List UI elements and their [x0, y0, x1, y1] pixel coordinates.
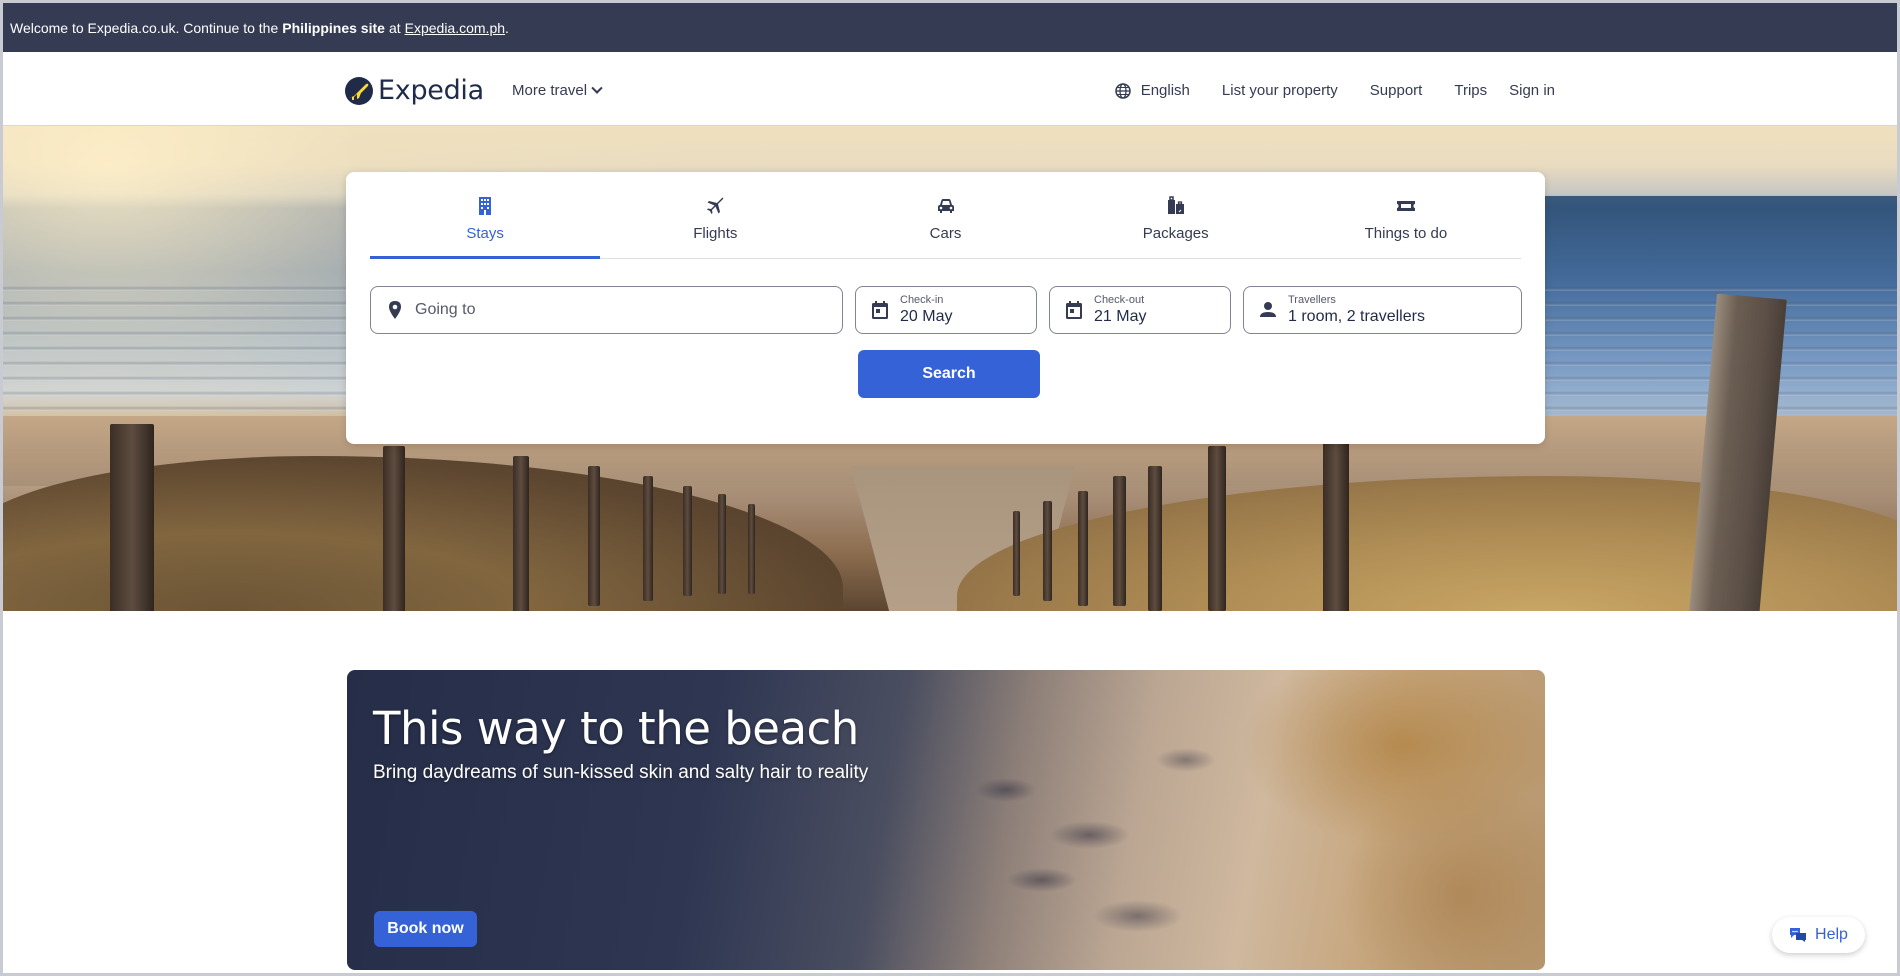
fence-post [683, 486, 692, 596]
page: Welcome to Expedia.co.uk. Continue to th… [3, 3, 1897, 973]
tab-cars-label: Cars [929, 225, 962, 242]
fence-post [1113, 476, 1126, 606]
check-in-value: 20 May [900, 308, 953, 326]
banner-text-mid: at [388, 19, 401, 36]
banner-suffix: . [505, 19, 509, 36]
travellers-field[interactable]: Travellers 1 room, 2 travellers [1243, 286, 1522, 334]
travellers-label: Travellers [1288, 294, 1336, 307]
promo-subtitle: Bring daydreams of sun-kissed skin and s… [373, 762, 869, 783]
fence-post [748, 504, 755, 594]
going-to-placeholder: Going to [415, 301, 476, 318]
language-selector[interactable]: English [1114, 82, 1190, 99]
fence-post [718, 494, 726, 594]
fence-post [588, 466, 600, 606]
beach-promo-card: This way to the beach Bring daydreams of… [347, 670, 1545, 970]
tab-stays-label: Stays [466, 225, 504, 242]
tab-flights-label: Flights [693, 225, 738, 242]
support-link[interactable]: Support [1370, 82, 1423, 99]
check-in-label: Check-in [900, 294, 944, 307]
search-form-card: Stays Flights Cars Packages Things to do… [346, 172, 1545, 444]
help-button[interactable]: Help [1772, 917, 1865, 953]
fence-post [1148, 466, 1162, 611]
tab-things-to-do[interactable]: Things to do [1291, 172, 1521, 258]
fence-post [1208, 446, 1226, 611]
check-in-field[interactable]: Check-in 20 May [855, 286, 1037, 334]
banner-bold-text: Philippines site [282, 19, 385, 36]
travellers-value: 1 room, 2 travellers [1288, 308, 1425, 326]
tab-stays[interactable]: Stays [370, 172, 601, 259]
list-property-link[interactable]: List your property [1222, 82, 1338, 99]
going-to-input[interactable]: Going to [370, 286, 843, 334]
fence-post [1323, 438, 1349, 611]
banner-text: Welcome to Expedia.co.uk. Continue to th… [10, 19, 279, 36]
sign-in-link[interactable]: Sign in [1509, 82, 1555, 99]
promo-title: This way to the beach [373, 702, 859, 755]
language-label: English [1140, 82, 1190, 99]
calendar-icon [1066, 301, 1082, 319]
search-button[interactable]: Search [858, 350, 1040, 398]
expedia-plane-logo-icon [345, 76, 373, 105]
fence-post [110, 424, 154, 611]
logo-text: Expedia [378, 75, 484, 106]
check-out-value: 21 May [1094, 308, 1147, 326]
plane-icon [707, 197, 724, 214]
fence-post [1078, 491, 1088, 606]
tab-things-to-do-label: Things to do [1364, 225, 1448, 242]
fence-post [383, 446, 405, 611]
more-travel-label: More travel [512, 82, 588, 99]
expedia-logo[interactable]: Expedia [345, 75, 484, 106]
calendar-icon [872, 301, 888, 319]
book-now-button[interactable]: Book now [374, 911, 477, 947]
more-travel-menu[interactable]: More travel [512, 82, 603, 99]
chat-bubbles-icon [1790, 928, 1807, 942]
fence-post [1013, 511, 1020, 596]
car-icon [937, 199, 954, 213]
tab-packages[interactable]: Packages [1061, 172, 1291, 258]
globe-icon [1114, 82, 1131, 99]
map-pin-icon [389, 301, 401, 319]
help-label: Help [1815, 926, 1848, 943]
banner-site-link[interactable]: Expedia.com.ph [405, 20, 505, 36]
person-icon [1260, 302, 1276, 317]
fence-post [513, 456, 529, 611]
tab-cars[interactable]: Cars [830, 172, 1060, 258]
check-out-label: Check-out [1094, 294, 1145, 307]
fence-post [1043, 501, 1052, 601]
search-fields: Going to Check-in 20 May Check-out 21 Ma… [370, 286, 1522, 334]
ticket-icon [1396, 201, 1415, 211]
site-header: Expedia More travel English List your pr… [3, 52, 1897, 126]
tab-flights[interactable]: Flights [600, 172, 830, 258]
trips-link[interactable]: Trips [1454, 82, 1487, 99]
fence-post [643, 476, 653, 601]
locale-banner: Welcome to Expedia.co.uk. Continue to th… [3, 3, 1897, 52]
building-icon [479, 197, 492, 215]
luggage-icon [1167, 196, 1184, 214]
check-out-field[interactable]: Check-out 21 May [1049, 286, 1231, 334]
tab-packages-label: Packages [1142, 225, 1209, 242]
search-tabs: Stays Flights Cars Packages Things to do [370, 172, 1521, 259]
header-nav: English List your property Support Trips… [1114, 82, 1555, 99]
chevron-down-icon [591, 82, 603, 94]
